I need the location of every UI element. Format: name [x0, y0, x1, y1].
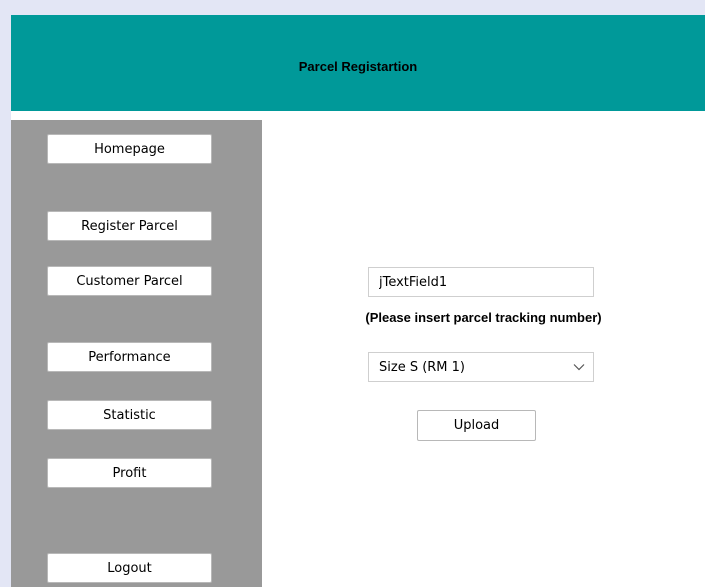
chevron-down-icon: [565, 363, 593, 371]
app-window: Parcel Registartion Homepage Register Pa…: [11, 15, 705, 587]
logout-button[interactable]: Logout: [47, 553, 212, 583]
page-title: Parcel Registartion: [298, 59, 418, 74]
sidebar: Homepage Register Parcel Customer Parcel…: [11, 120, 262, 587]
register-parcel-button[interactable]: Register Parcel: [47, 211, 212, 241]
parcel-size-value: Size S (RM 1): [379, 359, 465, 375]
homepage-button[interactable]: Homepage: [47, 134, 212, 164]
performance-button[interactable]: Performance: [47, 342, 212, 372]
tracking-hint-label: (Please insert parcel tracking number): [365, 310, 602, 325]
tracking-number-input[interactable]: [368, 267, 594, 297]
upload-button[interactable]: Upload: [417, 410, 536, 441]
customer-parcel-button[interactable]: Customer Parcel: [47, 266, 212, 296]
profit-button[interactable]: Profit: [47, 458, 212, 488]
main-content: (Please insert parcel tracking number) S…: [262, 120, 705, 587]
statistic-button[interactable]: Statistic: [47, 400, 212, 430]
parcel-size-select[interactable]: Size S (RM 1): [368, 352, 594, 382]
header-banner: Parcel Registartion: [11, 15, 705, 111]
